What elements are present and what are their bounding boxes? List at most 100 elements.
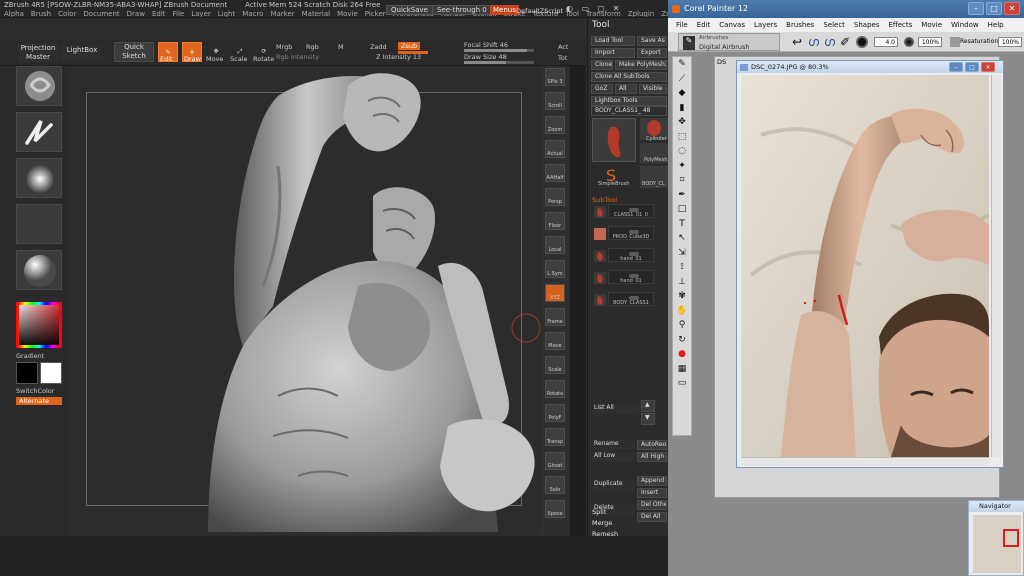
stroke-freehand-icon[interactable]: ഗ <box>808 35 819 50</box>
rename-button[interactable]: Rename <box>591 440 635 450</box>
gradient-label[interactable]: Gradient <box>16 352 44 360</box>
lightbox-tools-button[interactable]: Lightbox Tools <box>591 96 667 106</box>
rect-shape-icon[interactable]: □ <box>676 203 688 215</box>
right-shelf-scroll-button[interactable]: Scroll <box>545 92 565 110</box>
m-button[interactable]: M <box>338 43 344 51</box>
kaleidoscope-icon[interactable]: ✾ <box>676 290 688 302</box>
insert-button[interactable]: Insert <box>637 488 667 498</box>
make-polymesh-button[interactable]: Make PolyMesh3D <box>615 60 667 70</box>
stroke-options-icon[interactable]: ✐ <box>840 35 850 49</box>
right-shelf-floor-button[interactable]: Floor <box>545 212 565 230</box>
opacity-field[interactable]: 100% <box>918 37 942 47</box>
switchcolor-button[interactable]: SwitchColor <box>16 387 54 395</box>
subtool-row[interactable]: PROD_Cube3D <box>608 226 654 240</box>
paint-bucket-icon[interactable]: ◆ <box>676 87 688 99</box>
right-shelf-l-sym-button[interactable]: L.Sym <box>545 260 565 278</box>
texture-thumbnail[interactable] <box>16 204 62 244</box>
zadd-button[interactable]: Zadd <box>370 43 387 51</box>
brush-selector[interactable]: ✎ Airbrushes Digital Airbrush <box>678 33 780 51</box>
alternate-button[interactable]: Alternate <box>16 397 62 405</box>
subtool-visibility-toggle[interactable] <box>629 296 639 300</box>
all-high-button[interactable]: All High <box>637 452 667 462</box>
eraser-icon[interactable]: ▮ <box>676 102 688 114</box>
goz-button[interactable]: GoZ <box>591 84 613 94</box>
layer-adjuster-icon[interactable]: ✥ <box>676 116 688 128</box>
pen-tool-icon[interactable]: ✒ <box>676 189 688 201</box>
right-shelf-persp-button[interactable]: Persp <box>545 188 565 206</box>
remesh-button[interactable]: Remesh <box>592 530 618 538</box>
zbrush-menu-marker[interactable]: Marker <box>270 10 294 17</box>
document-vertical-scrollbar[interactable] <box>991 75 1001 457</box>
right-shelf-spix-3-button[interactable]: SPix 3 <box>545 68 565 86</box>
minimize-icon[interactable]: – <box>968 2 984 15</box>
zbrush-menu-alpha[interactable]: Alpha <box>4 10 24 17</box>
painter-menu-window[interactable]: Window <box>951 18 979 32</box>
subtool-row[interactable]: hand_01 <box>608 248 654 262</box>
painter-menu-shapes[interactable]: Shapes <box>854 18 880 32</box>
append-button[interactable]: Append <box>637 476 667 486</box>
zbrush-menu-layer[interactable]: Layer <box>191 10 211 17</box>
autoreorder-button[interactable]: AutoReorder <box>637 440 667 450</box>
zbrush-menu-draw[interactable]: Draw <box>127 10 145 17</box>
merge-button[interactable]: Merge <box>592 519 612 527</box>
zbrush-menu-movie[interactable]: Movie <box>337 10 358 17</box>
maximize-icon[interactable]: □ <box>986 2 1002 15</box>
navigator-title[interactable]: Navigator <box>969 501 1024 512</box>
right-shelf-rotate-button[interactable]: Rotate <box>545 380 565 398</box>
subtool-row[interactable]: BODY_CLASS1 <box>608 292 654 306</box>
subtool-visibility-toggle[interactable] <box>629 230 639 234</box>
right-shelf-frame-button[interactable]: Frame <box>545 308 565 326</box>
text-tool-icon[interactable]: T <box>676 218 688 230</box>
zbrush-menu-color[interactable]: Color <box>58 10 76 17</box>
subtool-visibility-toggle[interactable] <box>629 208 639 212</box>
painter-menu-layers[interactable]: Layers <box>754 18 777 32</box>
zbrush-menu-brush[interactable]: Brush <box>31 10 51 17</box>
doc-maximize-icon[interactable]: □ <box>965 62 979 72</box>
zbrush-menu-picker[interactable]: Picker <box>365 10 386 17</box>
right-shelf-move-button[interactable]: Move <box>545 332 565 350</box>
window-controls-icon[interactable]: ◐ ▭ ◻ ✕ <box>566 4 623 13</box>
del-other-button[interactable]: Del Other <box>637 500 667 510</box>
right-shelf-aahalf-button[interactable]: AAHalf <box>545 164 565 182</box>
crop-icon[interactable]: ⌗ <box>676 174 688 186</box>
reference-photo[interactable] <box>741 75 989 457</box>
doc-close-icon[interactable]: ✕ <box>981 62 995 72</box>
right-shelf-scale-button[interactable]: Scale <box>545 356 565 374</box>
clone-button[interactable]: Clone <box>591 60 613 70</box>
all-low-button[interactable]: All Low <box>591 452 635 462</box>
painter-menu-edit[interactable]: Edit <box>697 18 711 32</box>
divine-proportion-icon[interactable]: ⟟ <box>676 261 688 273</box>
shape-select-icon[interactable]: ↖ <box>676 232 688 244</box>
goz-visible-button[interactable]: Visible <box>639 84 667 94</box>
subtool-down-arrow-icon[interactable]: ▼ <box>641 413 655 425</box>
right-shelf-xyz-button[interactable]: XYZ <box>545 284 565 302</box>
paper-selector-icon[interactable]: ▦ <box>676 363 688 375</box>
export-button[interactable]: Export <box>637 48 667 58</box>
rgb-intensity-slider[interactable]: Rgb Intensity <box>276 53 319 61</box>
image-document-window[interactable]: DSC_0274.JPG @ 80.3% – □ ✕ <box>736 60 1004 468</box>
magic-wand-icon[interactable]: ✦ <box>676 160 688 172</box>
quicksave-button[interactable]: QuickSave <box>386 5 433 15</box>
projection-master-button[interactable]: Projection Master <box>18 44 58 62</box>
load-tool-button[interactable]: Load Tool <box>591 36 635 46</box>
subtool-thumbnail[interactable] <box>594 250 606 262</box>
main-color-swatch[interactable] <box>16 362 38 384</box>
current-tool-slider[interactable]: BODY_CLASS1_ 48 <box>591 106 667 116</box>
close-icon[interactable]: ✕ <box>1004 2 1020 15</box>
save-as-button[interactable]: Save As <box>637 36 667 46</box>
brush-thumbnail[interactable] <box>16 66 62 106</box>
subtool-visibility-toggle[interactable] <box>629 274 639 278</box>
material-thumbnail[interactable] <box>16 250 62 290</box>
zbrush-menu-light[interactable]: Light <box>218 10 235 17</box>
stroke-straight-icon[interactable]: ഗ <box>824 35 835 50</box>
secondary-color-swatch[interactable] <box>40 362 62 384</box>
right-shelf-actual-button[interactable]: Actual <box>545 140 565 158</box>
seethrough-slider[interactable]: See-through 0 <box>432 5 492 15</box>
rotate-page-icon[interactable]: ↻ <box>676 334 688 346</box>
right-shelf-solo-button[interactable]: Solo <box>545 476 565 494</box>
painter-menu-brushes[interactable]: Brushes <box>786 18 814 32</box>
zbrush-menu-material[interactable]: Material <box>302 10 330 17</box>
main-color-icon[interactable]: ● <box>676 348 688 360</box>
painter-menu-canvas[interactable]: Canvas <box>719 18 745 32</box>
zbrush-menu-zscript[interactable]: Zscript <box>661 10 668 17</box>
